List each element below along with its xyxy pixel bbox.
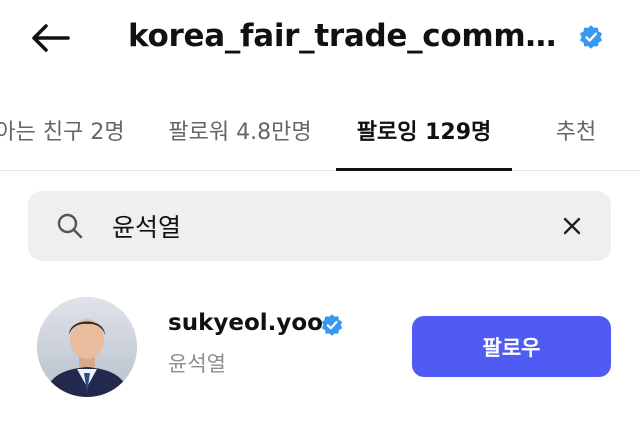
user-list-item[interactable]: sukyeol.yoon 윤석열 팔로우 [0,290,640,400]
tab-following[interactable]: 팔로잉 129명 [336,100,512,171]
search-icon [57,213,83,239]
tab-followers[interactable]: 팔로워 4.8만명 [160,100,320,170]
username-link[interactable]: sukyeol.yoon [168,310,339,336]
tab-followers-label: 팔로워 4.8만명 [168,120,312,145]
tab-following-label: 팔로잉 129명 [356,120,492,145]
follow-tabs: 아는 친구 2명 팔로워 4.8만명 팔로잉 129명 추천 [0,100,640,171]
header-bar: korea_fair_trade_commission [0,0,640,80]
verified-badge-icon [321,314,343,336]
search-input[interactable] [112,191,532,261]
full-name: 윤석열 [168,352,226,376]
active-tab-indicator [336,168,512,171]
back-arrow-icon [32,24,70,52]
avatar[interactable] [37,297,137,397]
tab-mutual-friends-label: 아는 친구 2명 [0,120,125,145]
follow-button[interactable]: 팔로우 [412,316,611,377]
tab-mutual-friends[interactable]: 아는 친구 2명 [0,100,130,170]
page-title: korea_fair_trade_commission [128,18,558,54]
verified-badge-icon [579,25,603,49]
close-icon [563,217,581,235]
back-button[interactable] [26,16,74,60]
tab-suggested-label: 추천 [555,120,597,145]
profile-photo [37,297,137,397]
clear-search-button[interactable] [558,212,586,240]
search-bar [28,191,611,261]
tab-suggested[interactable]: 추천 [540,100,612,170]
follow-button-label: 팔로우 [482,335,541,360]
